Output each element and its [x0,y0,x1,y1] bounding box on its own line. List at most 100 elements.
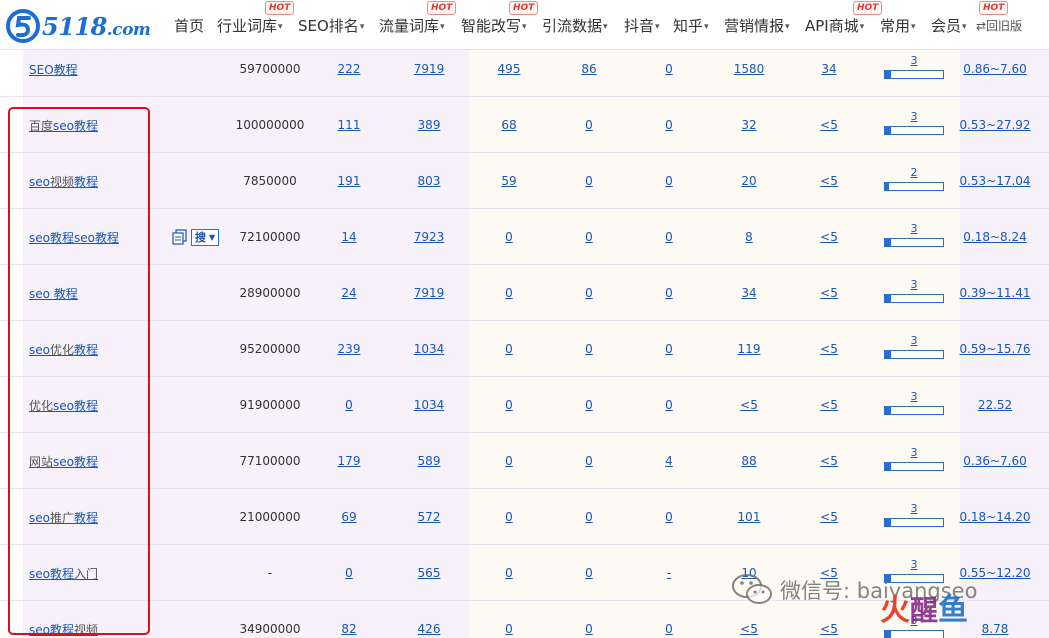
metric-link[interactable]: 565 [418,566,441,580]
nav-item-8[interactable]: 营销情报▾ [724,15,790,36]
metric-link[interactable]: <5 [820,510,838,524]
metric-link[interactable]: 111 [338,118,361,132]
metric-link[interactable]: 34 [821,62,836,76]
keyword-link[interactable]: 网站seo教程 [29,453,98,470]
metric-link[interactable]: 0 [345,398,353,412]
keyword-link[interactable]: seo教程入门 [29,565,98,582]
metric-link[interactable]: 14 [341,230,356,244]
nav-item-10[interactable]: 常用▾ [880,15,916,36]
metric-link[interactable]: 0 [665,510,673,524]
metric-link[interactable]: 59 [501,174,516,188]
metric-link[interactable]: 7923 [414,230,445,244]
metric-link[interactable]: 0 [505,566,513,580]
metric-link[interactable]: <5 [820,174,838,188]
logo[interactable]: 5118.com [6,9,151,43]
metric-link[interactable]: - [667,566,671,580]
old-version-link[interactable]: ⇄回旧版 [976,17,1022,34]
nav-item-0[interactable]: 首页 [174,15,204,36]
metric-link[interactable]: 34 [741,286,756,300]
competition-value[interactable]: 3 [884,54,944,67]
metric-link[interactable]: 0 [585,118,593,132]
bid-price-link[interactable]: 0.86~7.60 [963,62,1027,76]
metric-link[interactable]: 0 [505,622,513,636]
nav-item-3[interactable]: 流量词库▾ [379,15,445,36]
metric-link[interactable]: 0 [585,342,593,356]
metric-link[interactable]: 222 [338,62,361,76]
bid-price-link[interactable]: 0.59~15.76 [959,342,1030,356]
keyword-link[interactable]: 优化seo教程 [29,397,98,414]
bid-price-link[interactable]: 0.53~17.04 [959,174,1030,188]
metric-link[interactable]: 1580 [734,62,765,76]
metric-link[interactable]: 0 [585,398,593,412]
metric-link[interactable]: 0 [665,398,673,412]
metric-link[interactable]: 0 [585,454,593,468]
metric-link[interactable]: 0 [505,286,513,300]
metric-link[interactable]: 803 [418,174,441,188]
metric-link[interactable]: 68 [501,118,516,132]
keyword-link[interactable]: 百度seo教程 [29,117,98,134]
metric-link[interactable]: 0 [585,230,593,244]
metric-link[interactable]: 82 [341,622,356,636]
keyword-link[interactable]: seo教程seo教程 [29,229,119,246]
metric-link[interactable]: 495 [498,62,521,76]
copy-icon[interactable] [172,229,187,245]
metric-link[interactable]: 0 [665,342,673,356]
metric-link[interactable]: 0 [665,286,673,300]
metric-link[interactable]: 119 [738,342,761,356]
nav-item-7[interactable]: 知乎▾ [673,15,709,36]
keyword-link[interactable]: seo推广教程 [29,509,98,526]
bid-price-link[interactable]: 8.78 [982,622,1009,636]
metric-link[interactable]: 0 [665,62,673,76]
competition-value[interactable]: 3 [884,390,944,403]
keyword-link[interactable]: seo 教程 [29,285,78,302]
metric-link[interactable]: 0 [505,230,513,244]
keyword-link[interactable]: seo视频教程 [29,173,98,190]
metric-link[interactable]: 589 [418,454,441,468]
metric-link[interactable]: 0 [665,230,673,244]
search-dropdown-button[interactable]: 搜 ▼ [191,228,220,246]
nav-item-5[interactable]: 引流数据▾ [542,15,608,36]
nav-item-6[interactable]: 抖音▾ [624,15,660,36]
keyword-link[interactable]: seo教程视频 [29,621,98,638]
metric-link[interactable]: 0 [585,510,593,524]
bid-price-link[interactable]: 0.18~14.20 [959,510,1030,524]
metric-link[interactable]: <5 [740,622,758,636]
metric-link[interactable]: 572 [418,510,441,524]
nav-item-9[interactable]: API商城▾ [805,15,864,36]
nav-item-1[interactable]: 行业词库▾ [217,15,283,36]
metric-link[interactable]: <5 [820,342,838,356]
metric-link[interactable]: 389 [418,118,441,132]
metric-link[interactable]: 4 [665,454,673,468]
keyword-link[interactable]: SEO教程 [29,61,78,78]
keyword-link[interactable]: seo优化教程 [29,341,98,358]
metric-link[interactable]: 0 [665,174,673,188]
competition-value[interactable]: 3 [884,110,944,123]
competition-value[interactable]: 3 [884,278,944,291]
metric-link[interactable]: 0 [665,622,673,636]
bid-price-link[interactable]: 0.39~11.41 [959,286,1030,300]
metric-link[interactable]: 0 [505,454,513,468]
bid-price-link[interactable]: 0.53~27.92 [959,118,1030,132]
metric-link[interactable]: 191 [338,174,361,188]
metric-link[interactable]: 69 [341,510,356,524]
competition-value[interactable]: 3 [884,222,944,235]
metric-link[interactable]: 7919 [414,62,445,76]
metric-link[interactable]: 426 [418,622,441,636]
metric-link[interactable]: 20 [741,174,756,188]
metric-link[interactable]: 0 [585,622,593,636]
bid-price-link[interactable]: 0.18~8.24 [963,230,1027,244]
metric-link[interactable]: 239 [338,342,361,356]
metric-link[interactable]: 0 [585,174,593,188]
metric-link[interactable]: 0 [585,566,593,580]
metric-link[interactable]: <5 [820,398,838,412]
metric-link[interactable]: 0 [665,118,673,132]
bid-price-link[interactable]: 0.36~7.60 [963,454,1027,468]
metric-link[interactable]: <5 [820,622,838,636]
metric-link[interactable]: 0 [505,398,513,412]
metric-link[interactable]: <5 [740,398,758,412]
competition-value[interactable]: 2 [884,166,944,179]
nav-item-2[interactable]: SEO排名▾ [298,15,364,36]
metric-link[interactable]: 7919 [414,286,445,300]
metric-link[interactable]: 8 [745,230,753,244]
metric-link[interactable]: <5 [820,230,838,244]
